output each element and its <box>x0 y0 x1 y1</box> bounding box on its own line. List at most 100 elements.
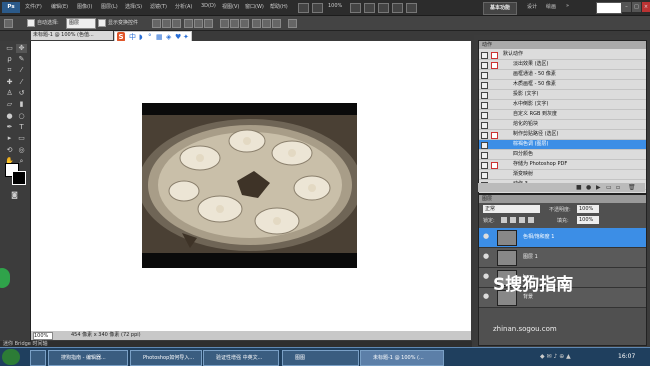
document-tab[interactable]: 未标题-1 @ 100% (色值... <box>31 31 113 40</box>
brush-tool-icon[interactable]: ⁄ <box>16 78 27 87</box>
visibility-eye-icon[interactable]: ● <box>483 293 490 300</box>
align-middle-icon[interactable] <box>162 19 171 28</box>
toggle-item-checkbox[interactable] <box>481 142 488 149</box>
actions-tab[interactable]: 动作 <box>479 41 646 49</box>
layer-thumbnail[interactable] <box>497 230 517 246</box>
history-brush-tool-icon[interactable]: ↺ <box>16 89 27 98</box>
toggle-item-checkbox[interactable] <box>481 162 488 169</box>
workspace-essentials-button[interactable]: 基本功能 <box>483 2 518 15</box>
distribute-left-icon[interactable] <box>252 19 261 28</box>
action-row[interactable]: 淡出效果 (选区) <box>479 60 646 70</box>
quicklaunch-ie-icon[interactable] <box>30 350 46 366</box>
taskbar-window-button[interactable]: 图图 <box>282 350 359 366</box>
eraser-tool-icon[interactable]: ▱ <box>4 100 15 109</box>
system-tray[interactable]: ◆ ✉ ♪ ⊕ ▲ <box>540 353 610 361</box>
action-row[interactable]: 存储为 Photoshop PDF <box>479 160 646 170</box>
workspace-more-icon[interactable]: » <box>566 3 569 9</box>
taskbar-window-button[interactable]: 验证性增强 中英文... <box>203 350 279 366</box>
visibility-eye-icon[interactable]: ● <box>483 253 490 260</box>
fill-field[interactable]: 100% <box>577 216 599 224</box>
start-button[interactable] <box>2 349 20 365</box>
lock-position-icon[interactable] <box>519 217 525 223</box>
menu-image[interactable]: 图像(I) <box>77 3 92 10</box>
visibility-eye-icon[interactable]: ● <box>483 273 490 280</box>
visibility-eye-icon[interactable]: ● <box>483 233 490 240</box>
auto-select-dropdown[interactable]: 图层 <box>66 18 96 29</box>
taskbar-window-button[interactable]: 搜狗指南 - 编辑器... <box>48 350 128 366</box>
dialog-toggle-icon[interactable] <box>491 62 498 69</box>
toggle-item-checkbox[interactable] <box>481 152 488 159</box>
lock-all-icon[interactable] <box>528 217 534 223</box>
layers-tab[interactable]: 图层 <box>479 195 646 203</box>
dialog-toggle-icon[interactable] <box>491 162 498 169</box>
menu-edit[interactable]: 编辑(E) <box>51 3 68 10</box>
toggle-item-checkbox[interactable] <box>481 112 488 119</box>
show-transform-checkbox[interactable] <box>98 19 106 27</box>
zoom-readout[interactable]: 100% <box>328 3 342 9</box>
align-top-icon[interactable] <box>152 19 161 28</box>
action-row[interactable]: 木质画框 - 50 像素 <box>479 80 646 90</box>
eyedropper-tool-icon[interactable]: ⁄ <box>16 66 27 75</box>
toggle-item-checkbox[interactable] <box>481 62 488 69</box>
opacity-field[interactable]: 100% <box>577 205 599 213</box>
pen-tool-icon[interactable]: ✒ <box>4 123 15 132</box>
lock-pixels-icon[interactable] <box>510 217 516 223</box>
toggle-item-checkbox[interactable] <box>481 122 488 129</box>
menu-filter[interactable]: 滤镜(T) <box>150 3 167 10</box>
layer-thumbnail[interactable] <box>497 250 517 266</box>
layer-row[interactable]: ● 图层 1 <box>479 248 646 268</box>
rotate-view-icon[interactable] <box>378 3 389 13</box>
search-input[interactable] <box>596 2 622 14</box>
clone-stamp-tool-icon[interactable]: ♙ <box>4 89 15 98</box>
align-center-icon[interactable] <box>194 19 203 28</box>
mini-bridge-icon[interactable] <box>312 3 323 13</box>
menu-window[interactable]: 窗口(W) <box>245 3 264 10</box>
menu-layer[interactable]: 图层(L) <box>101 3 118 10</box>
3d-rotate-tool-icon[interactable]: ⟲ <box>4 146 15 155</box>
distribute-middle-icon[interactable] <box>230 19 239 28</box>
distribute-bottom-icon[interactable] <box>240 19 249 28</box>
shape-tool-icon[interactable]: ▭ <box>16 134 27 143</box>
screen-mode-icon[interactable] <box>406 3 417 13</box>
move-tool-icon[interactable] <box>4 19 13 28</box>
distribute-center-icon[interactable] <box>262 19 271 28</box>
blur-tool-icon[interactable]: ● <box>4 112 15 121</box>
action-row[interactable]: 水中倒影 (文字) <box>479 100 646 110</box>
distribute-top-icon[interactable] <box>220 19 229 28</box>
type-tool-icon[interactable]: T <box>16 123 27 132</box>
workspace-design-link[interactable]: 设计 <box>527 3 537 10</box>
gradient-tool-icon[interactable]: ▮ <box>16 100 27 109</box>
menu-analysis[interactable]: 分析(A) <box>175 3 192 10</box>
crop-tool-icon[interactable]: ⌗ <box>4 66 15 75</box>
3d-orbit-tool-icon[interactable]: ◎ <box>16 146 27 155</box>
toggle-item-checkbox[interactable] <box>481 132 488 139</box>
close-button[interactable]: × <box>642 2 650 12</box>
action-row[interactable]: 默认动作 <box>479 50 646 60</box>
record-icon[interactable]: ● <box>586 183 591 192</box>
arrange-docs-icon[interactable] <box>392 3 403 13</box>
toggle-item-checkbox[interactable] <box>481 72 488 79</box>
zoom-tool-icon[interactable] <box>364 3 375 13</box>
action-row[interactable]: 熔化的铅块 <box>479 120 646 130</box>
auto-select-checkbox[interactable] <box>27 19 35 27</box>
path-select-tool-icon[interactable]: ▸ <box>4 134 15 143</box>
background-color-swatch[interactable] <box>12 171 26 185</box>
toggle-item-checkbox[interactable] <box>481 52 488 59</box>
layer-name[interactable]: 色相/饱和度 1 <box>523 228 554 247</box>
auto-align-icon[interactable] <box>288 19 297 28</box>
zoom-field[interactable]: 100% <box>33 332 53 340</box>
hand-tool-icon[interactable] <box>350 3 361 13</box>
blend-mode-dropdown[interactable]: 正常 <box>483 205 540 213</box>
workspace-painting-link[interactable]: 绘画 <box>546 3 556 10</box>
action-row[interactable]: 棕褐色调 (图层) <box>479 140 646 150</box>
align-right-icon[interactable] <box>204 19 213 28</box>
quick-mask-icon[interactable]: ◙ <box>9 191 20 200</box>
menu-view[interactable]: 视图(V) <box>222 3 239 10</box>
toggle-item-checkbox[interactable] <box>481 92 488 99</box>
layer-row[interactable]: ● 色相/饱和度 1 <box>479 228 646 248</box>
dialog-toggle-icon[interactable] <box>491 52 498 59</box>
distribute-right-icon[interactable] <box>272 19 281 28</box>
new-set-icon[interactable]: ▭ <box>606 183 612 192</box>
action-row[interactable]: 制作剪贴路径 (选区) <box>479 130 646 140</box>
taskbar-window-button[interactable]: 未标题-1 @ 100% (... <box>360 350 444 366</box>
